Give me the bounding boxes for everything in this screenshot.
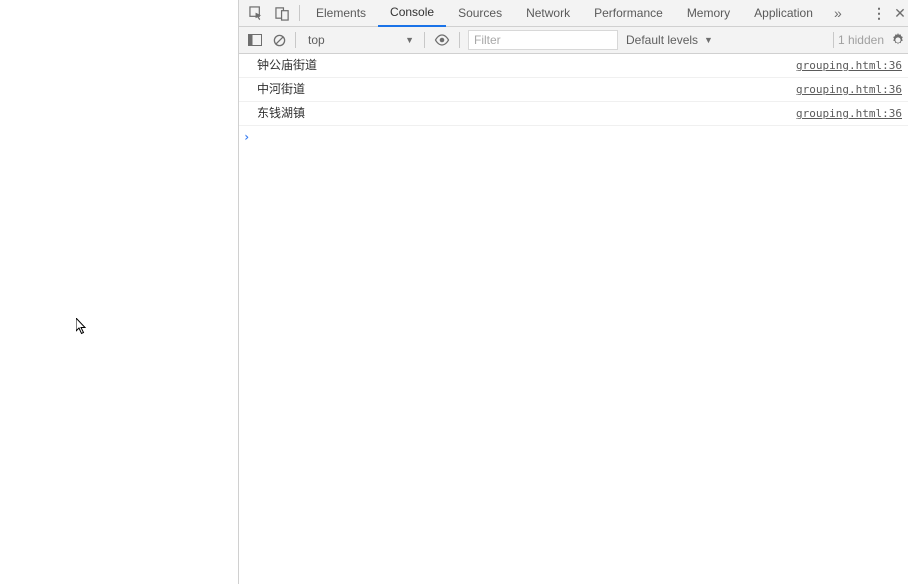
devtools-tabbar: Elements Console Sources Network Perform… xyxy=(239,0,908,27)
console-prompt[interactable]: › xyxy=(239,126,908,147)
tab-memory[interactable]: Memory xyxy=(675,0,742,27)
separator xyxy=(295,32,296,48)
gear-icon[interactable] xyxy=(888,29,908,51)
context-label: top xyxy=(308,33,325,47)
log-source-link[interactable]: grouping.html:36 xyxy=(796,57,902,75)
separator xyxy=(833,32,834,48)
device-toolbar-icon[interactable] xyxy=(269,0,295,26)
tab-application[interactable]: Application xyxy=(742,0,825,27)
close-devtools-icon[interactable]: ✕ xyxy=(892,0,908,26)
more-tabs-icon[interactable]: » xyxy=(825,0,851,26)
page-viewport xyxy=(0,0,238,584)
log-message: 东钱湖镇 xyxy=(257,104,796,122)
filter-field[interactable] xyxy=(468,30,618,50)
tab-elements[interactable]: Elements xyxy=(304,0,378,27)
inspect-element-icon[interactable] xyxy=(243,0,269,26)
log-row: 东钱湖镇 grouping.html:36 xyxy=(239,102,908,126)
log-message: 中河街道 xyxy=(257,80,796,98)
log-levels-selector[interactable]: Default levels ▼ xyxy=(618,30,721,50)
tab-console[interactable]: Console xyxy=(378,0,446,27)
log-row: 中河街道 grouping.html:36 xyxy=(239,78,908,102)
separator xyxy=(424,32,425,48)
context-selector[interactable]: top ▼ xyxy=(300,30,420,50)
chevron-down-icon: ▼ xyxy=(704,35,713,45)
prompt-chevron-icon: › xyxy=(243,130,255,144)
tab-performance[interactable]: Performance xyxy=(582,0,675,27)
separator xyxy=(299,5,300,21)
toggle-sidebar-icon[interactable] xyxy=(243,28,267,52)
kebab-menu-icon[interactable]: ⋮ xyxy=(866,0,892,26)
log-row: 钟公庙街道 grouping.html:36 xyxy=(239,54,908,78)
console-output: 钟公庙街道 grouping.html:36 中河街道 grouping.htm… xyxy=(239,54,908,584)
live-expression-icon[interactable] xyxy=(429,29,455,51)
log-source-link[interactable]: grouping.html:36 xyxy=(796,81,902,99)
chevron-down-icon: ▼ xyxy=(405,35,414,45)
tab-sources[interactable]: Sources xyxy=(446,0,514,27)
separator xyxy=(459,32,460,48)
tab-network[interactable]: Network xyxy=(514,0,582,27)
clear-console-icon[interactable] xyxy=(267,28,291,52)
log-message: 钟公庙街道 xyxy=(257,56,796,74)
levels-label: Default levels xyxy=(626,33,698,47)
filter-input[interactable] xyxy=(474,33,612,47)
log-source-link[interactable]: grouping.html:36 xyxy=(796,105,902,123)
hidden-count[interactable]: 1 hidden xyxy=(838,33,888,47)
console-toolbar: top ▼ Default levels ▼ 1 hidden xyxy=(239,27,908,54)
console-input[interactable] xyxy=(255,129,902,145)
devtools-panel: Elements Console Sources Network Perform… xyxy=(238,0,908,584)
